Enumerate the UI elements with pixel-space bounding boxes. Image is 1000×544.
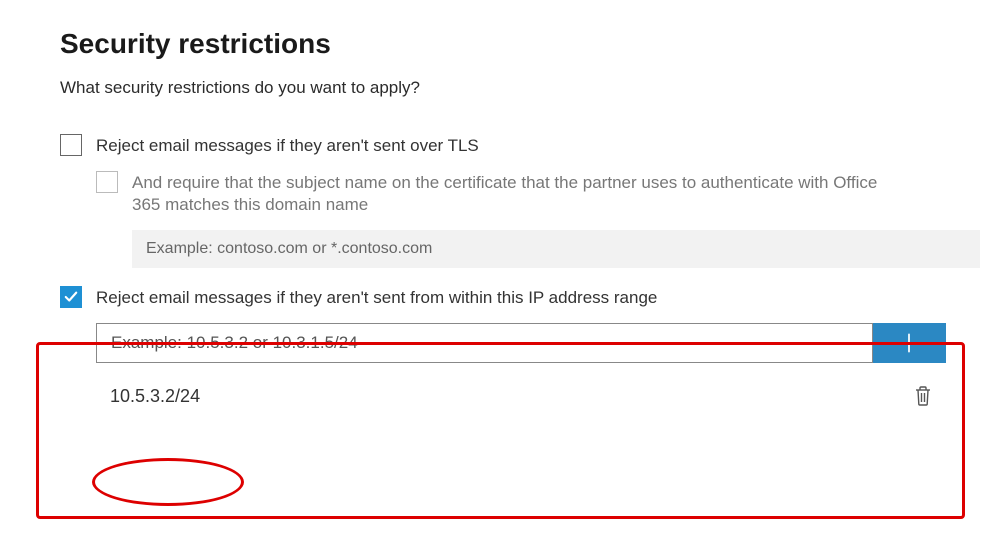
delete-ip-button[interactable] <box>910 383 936 409</box>
tls-domain-input-wrapper: Example: contoso.com or *.contoso.com <box>132 230 980 268</box>
ip-checkbox[interactable] <box>60 286 82 308</box>
tls-cert-checkbox <box>96 171 118 193</box>
trash-icon <box>913 385 933 407</box>
tls-checkbox[interactable] <box>60 134 82 156</box>
plus-icon <box>896 330 922 356</box>
tls-option-row: Reject email messages if they aren't sen… <box>60 134 940 157</box>
add-ip-button[interactable] <box>873 323 946 363</box>
tls-label: Reject email messages if they aren't sen… <box>96 134 479 157</box>
ip-entry-row: 10.5.3.2/24 <box>96 383 946 409</box>
ip-label: Reject email messages if they aren't sen… <box>96 286 657 309</box>
tls-cert-option-row: And require that the subject name on the… <box>96 171 940 216</box>
ip-option-row: Reject email messages if they aren't sen… <box>60 286 940 309</box>
tls-cert-label: And require that the subject name on the… <box>132 171 902 216</box>
page-subtitle: What security restrictions do you want t… <box>60 78 940 98</box>
ip-address-input[interactable]: Example: 10.5.3.2 or 10.3.1.5/24 <box>96 323 873 363</box>
page-title: Security restrictions <box>60 28 940 60</box>
tls-domain-input: Example: contoso.com or *.contoso.com <box>132 230 980 268</box>
ip-input-section: Example: 10.5.3.2 or 10.3.1.5/24 10.5.3.… <box>96 323 946 409</box>
ip-entry-value: 10.5.3.2/24 <box>110 386 200 407</box>
annotation-ellipse <box>92 458 244 506</box>
check-icon <box>64 290 78 304</box>
